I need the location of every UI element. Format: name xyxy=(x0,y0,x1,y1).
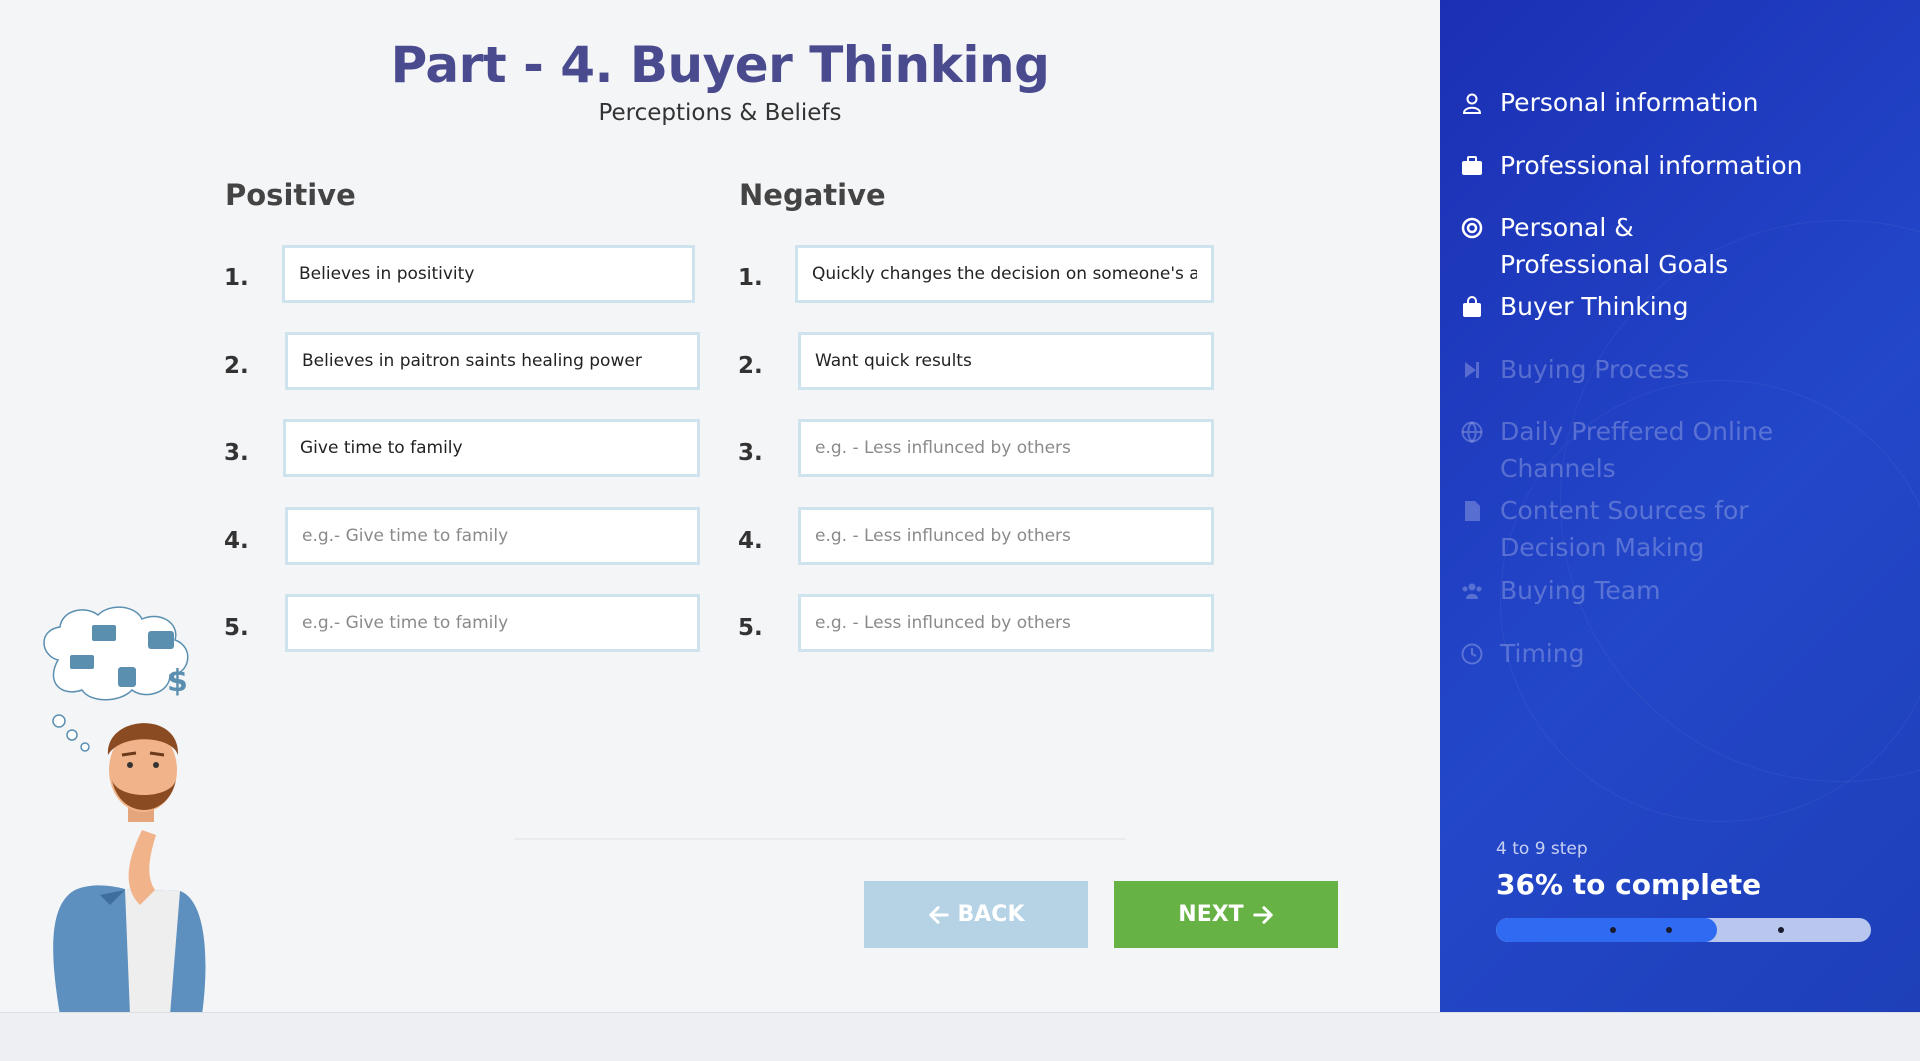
sidebar-item-personal-information[interactable]: Personal information xyxy=(1458,84,1759,121)
target-icon xyxy=(1458,209,1486,246)
sidebar-item-label: Buying Team xyxy=(1500,576,1661,605)
negative-number-1: 1. xyxy=(738,265,763,291)
sidebar-item-goals[interactable]: Personal & Professional Goals xyxy=(1458,209,1788,283)
negative-field-2[interactable] xyxy=(798,332,1214,390)
progress-marker xyxy=(1666,927,1672,933)
negative-number-3: 3. xyxy=(738,440,763,466)
main-content: Part - 4. Buyer Thinking Perceptions & B… xyxy=(0,0,1440,1015)
next-button[interactable]: NEXT xyxy=(1114,881,1338,948)
negative-number-4: 4. xyxy=(738,528,763,554)
briefcase-icon xyxy=(1458,147,1486,184)
progress-marker xyxy=(1778,927,1784,933)
negative-field-4[interactable] xyxy=(798,507,1214,565)
sidebar-item-buyer-thinking[interactable]: Buyer Thinking xyxy=(1458,288,1688,325)
progress-marker xyxy=(1610,927,1616,933)
sidebar-item-label: Personal & Professional Goals xyxy=(1500,213,1729,279)
positive-field-5[interactable] xyxy=(285,594,700,652)
step-forward-icon xyxy=(1458,351,1486,388)
sidebar-item-content-sources[interactable]: Content Sources for Decision Making xyxy=(1458,492,1818,566)
arrow-right-icon xyxy=(1252,905,1273,924)
document-icon xyxy=(1458,492,1486,529)
positive-field-3[interactable] xyxy=(283,419,700,477)
sidebar-item-label: Buying Process xyxy=(1500,355,1690,384)
bottom-bar xyxy=(0,1012,1920,1061)
sidebar-item-label: Buyer Thinking xyxy=(1500,292,1689,321)
sidebar-item-label: Daily Preffered Online Channels xyxy=(1500,417,1774,483)
sidebar-item-professional-information[interactable]: Professional information xyxy=(1458,147,1802,184)
sidebar-item-buying-team[interactable]: Buying Team xyxy=(1458,572,1660,609)
negative-field-3[interactable] xyxy=(798,419,1214,477)
page-subtitle: Perceptions & Beliefs xyxy=(598,100,842,126)
progress-percent: 36% to complete xyxy=(1496,868,1762,901)
clock-icon xyxy=(1458,635,1486,672)
sidebar-item-buying-process[interactable]: Buying Process xyxy=(1458,351,1689,388)
team-icon xyxy=(1458,572,1486,609)
progress-bar xyxy=(1496,918,1871,942)
arrow-left-icon xyxy=(928,905,949,924)
positive-number-1: 1. xyxy=(224,265,249,291)
progress-sidebar: Personal information Professional inform… xyxy=(1440,0,1920,1012)
positive-field-2[interactable] xyxy=(285,332,700,390)
divider xyxy=(515,838,1125,840)
sidebar-item-online-channels[interactable]: Daily Preffered Online Channels xyxy=(1458,413,1788,487)
globe-icon xyxy=(1458,413,1486,450)
back-button-label: BACK xyxy=(957,902,1025,927)
next-button-label: NEXT xyxy=(1178,902,1244,927)
thought-bubble: $ xyxy=(43,606,189,752)
sidebar-item-label: Professional information xyxy=(1500,151,1803,180)
positive-number-2: 2. xyxy=(224,353,249,379)
man-figure xyxy=(53,723,206,1015)
sidebar-item-timing[interactable]: Timing xyxy=(1458,635,1584,672)
svg-text:$: $ xyxy=(167,664,188,699)
page-title: Part - 4. Buyer Thinking xyxy=(390,36,1050,94)
sidebar-item-label: Timing xyxy=(1500,639,1585,668)
negative-number-5: 5. xyxy=(738,615,763,641)
sidebar-item-label: Personal information xyxy=(1500,88,1759,117)
progress-caption: 4 to 9 step xyxy=(1496,839,1588,859)
negative-field-5[interactable] xyxy=(798,594,1214,652)
sidebar-item-label: Content Sources for Decision Making xyxy=(1500,496,1749,562)
negative-number-2: 2. xyxy=(738,353,763,379)
positive-field-4[interactable] xyxy=(285,507,700,565)
negative-field-1[interactable] xyxy=(795,245,1214,303)
thinking-man-illustration: $ xyxy=(43,606,206,1015)
positive-field-1[interactable] xyxy=(282,245,695,303)
user-icon xyxy=(1458,84,1486,121)
positive-heading: Positive xyxy=(225,178,356,212)
positive-number-4: 4. xyxy=(224,528,249,554)
back-button[interactable]: BACK xyxy=(864,881,1088,948)
shopping-bag-icon xyxy=(1458,288,1486,325)
progress-bar-fill xyxy=(1496,918,1718,942)
positive-number-3: 3. xyxy=(224,440,249,466)
negative-heading: Negative xyxy=(739,178,886,212)
